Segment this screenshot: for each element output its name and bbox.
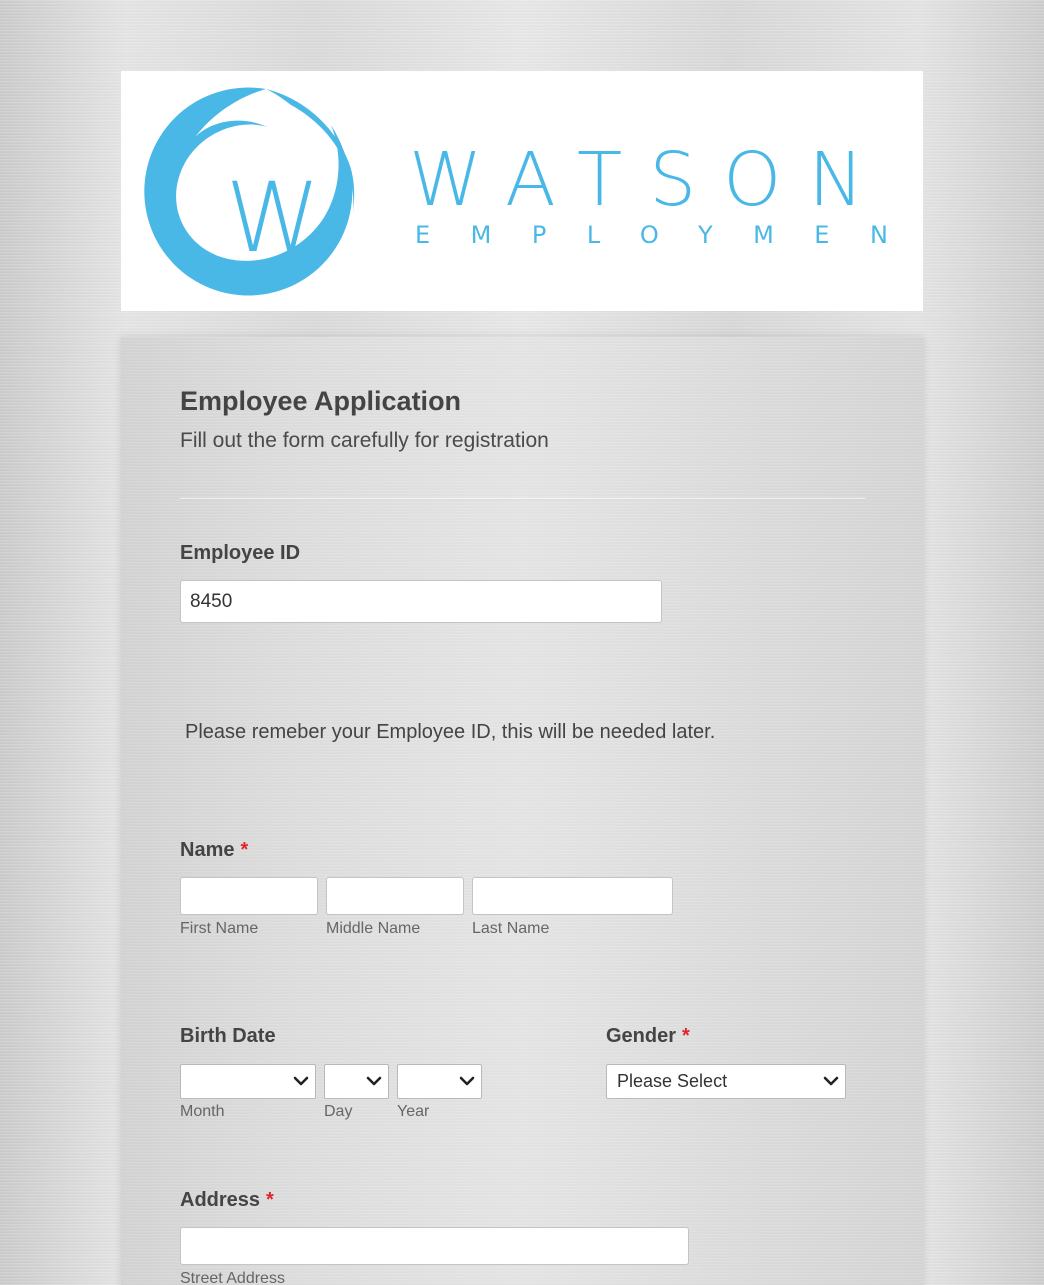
brand-subtitle: EMPLOYMENT [415,221,923,249]
form-card: Employee Application Fill out the form c… [121,337,923,1285]
watson-logo-icon: W [144,87,355,296]
first-name-sublabel: First Name [180,920,259,937]
middle-name-sublabel: Middle Name [326,920,421,937]
street-address-input[interactable] [180,1227,689,1265]
chevron-down-icon [366,1076,382,1086]
birth-day-select[interactable] [324,1064,389,1099]
last-name-input[interactable] [472,877,673,915]
name-label: Name * [180,839,248,862]
street-address-sublabel: Street Address [180,1270,285,1285]
gender-label-text: Gender [606,1025,677,1047]
first-name-input[interactable] [180,877,318,915]
birth-date-label: Birth Date [180,1025,276,1047]
address-required-mark: * [266,1189,274,1211]
address-label: Address * [180,1189,274,1212]
name-label-text: Name [180,839,235,861]
employee-id-label: Employee ID [180,542,301,564]
address-label-text: Address [180,1189,261,1211]
last-name-sublabel: Last Name [472,920,550,937]
header-logo-banner: W WATSON EMPLOYMENT [121,71,923,311]
header-divider [180,498,865,499]
chevron-down-icon [293,1076,309,1086]
logo-letter: W [226,162,321,274]
employee-id-note: Please remeber your Employee ID, this wi… [185,721,716,743]
employee-id-input[interactable] [180,580,662,623]
name-required-mark: * [240,839,249,861]
form-title: Employee Application [180,386,462,416]
chevron-down-icon [823,1076,839,1086]
gender-select[interactable]: Please Select [606,1064,846,1099]
middle-name-input[interactable] [326,877,464,915]
birth-month-select[interactable] [180,1064,316,1099]
gender-label: Gender * [606,1025,690,1048]
birth-year-sublabel: Year [397,1103,430,1120]
brand-name: WATSON [409,137,891,223]
birth-month-sublabel: Month [180,1103,225,1120]
birth-day-sublabel: Day [324,1103,353,1120]
gender-required-mark: * [682,1025,690,1047]
gender-selected-value: Please Select [617,1071,728,1091]
form-subtitle: Fill out the form carefully for registra… [180,429,549,452]
chevron-down-icon [459,1076,475,1086]
birth-year-select[interactable] [397,1064,482,1099]
